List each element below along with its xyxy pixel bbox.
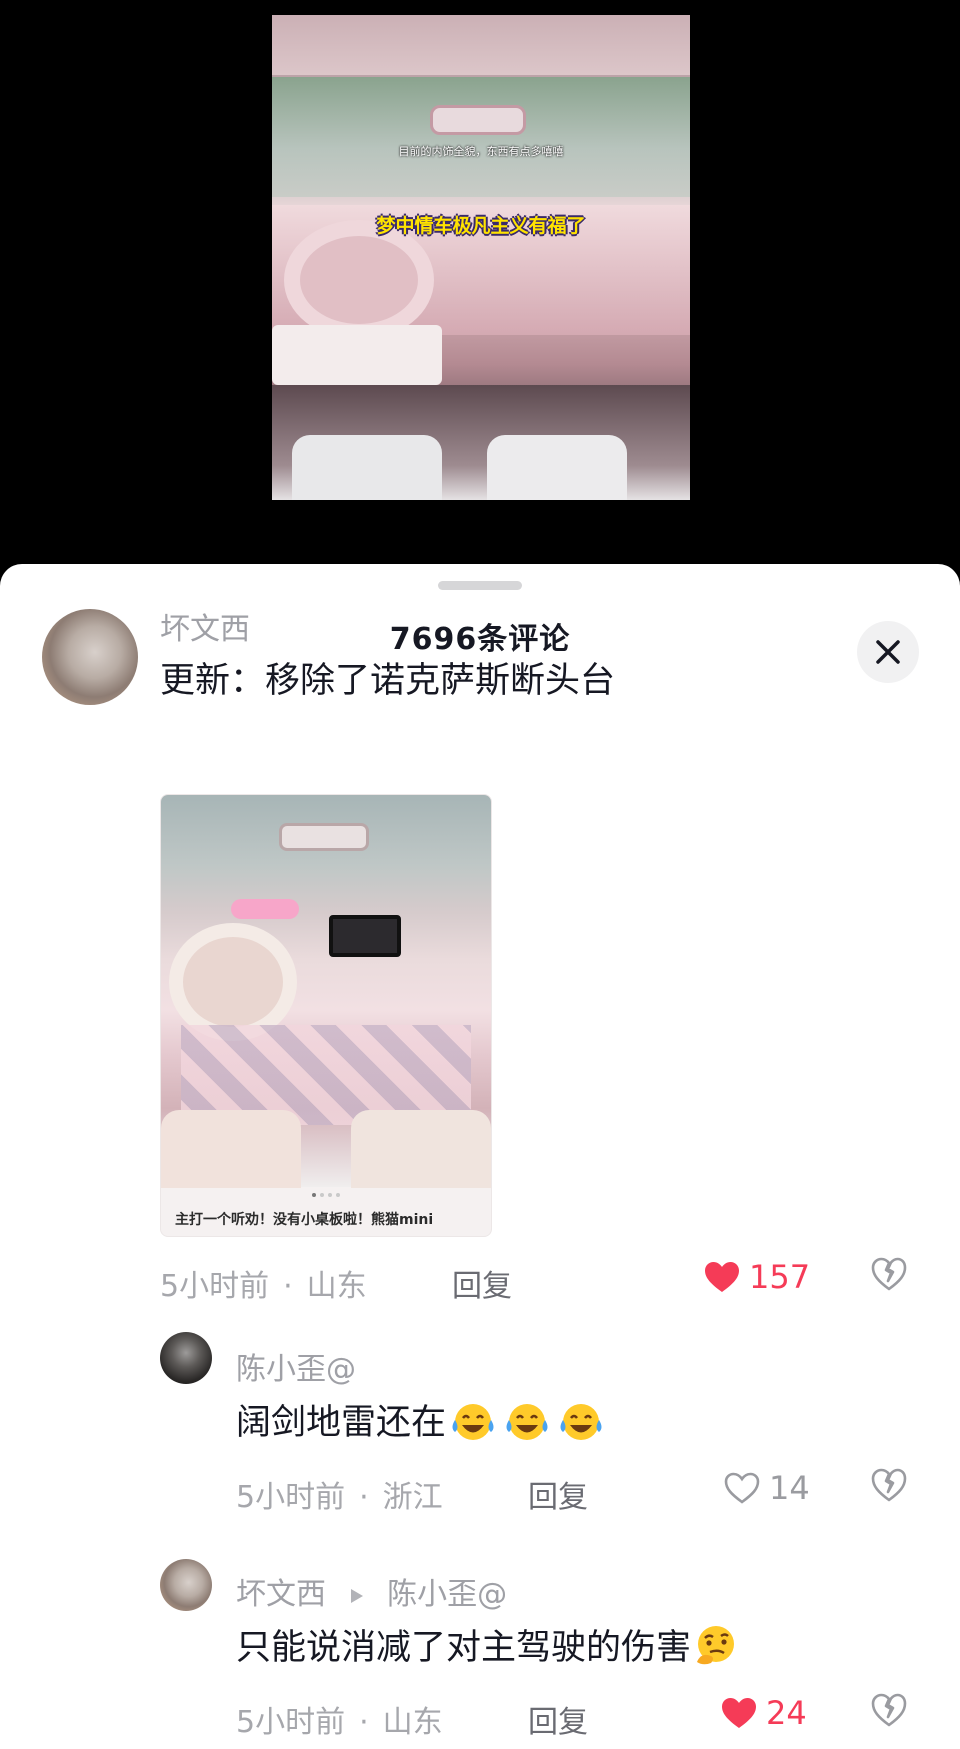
laugh-cry-icon — [500, 1398, 554, 1451]
like-button[interactable]: 157 — [703, 1258, 810, 1296]
photo-screen — [329, 915, 401, 957]
rearview-mirror — [430, 105, 526, 135]
like-count: 24 — [766, 1694, 807, 1732]
avatar[interactable] — [160, 1559, 212, 1611]
photo-seat-right — [351, 1110, 491, 1188]
reply-button[interactable]: 回复 — [452, 1261, 512, 1305]
reply-text-content: 阔剑地雷还在 — [236, 1403, 447, 1443]
car-tray — [272, 325, 442, 385]
steering-wheel — [284, 220, 434, 340]
thinking-icon — [691, 1622, 741, 1677]
sheet-grabber[interactable] — [438, 581, 522, 590]
reply-arrow-icon — [350, 1588, 363, 1603]
reply-button[interactable]: 回复 — [528, 1697, 588, 1741]
image-caption: 主打一个听劝！没有小桌板啦！熊猫mini — [175, 1212, 434, 1228]
like-button[interactable]: 24 — [720, 1694, 807, 1732]
reply-meta: 5小时前 · 浙江 — [236, 1480, 443, 1515]
laugh-cry-icon — [446, 1398, 500, 1451]
image-page-dots — [161, 1193, 491, 1197]
broken-heart-icon — [871, 1468, 907, 1502]
comment-time: 5小时前 — [160, 1269, 270, 1304]
car-seat-right — [487, 435, 627, 500]
reply-author: 坏文西 — [236, 1577, 326, 1612]
laugh-cry-icon — [554, 1398, 608, 1451]
close-button[interactable] — [857, 621, 919, 683]
video-thumbnail[interactable]: 目前的内饰全貌，东西有点多嘻嘻 梦中情车极凡主义有福了 — [272, 15, 690, 500]
photo-sticker — [231, 899, 299, 919]
video-caption-big: 梦中情车极凡主义有福了 — [376, 215, 586, 237]
reply-time: 5小时前 — [236, 1480, 346, 1515]
like-button[interactable]: 14 — [723, 1469, 810, 1507]
reply-text[interactable]: 只能说消减了对主驾驶的伤害 — [236, 1619, 741, 1677]
heart-outline-icon — [724, 1472, 760, 1504]
reply-username[interactable]: 陈小歪@ — [236, 1344, 356, 1388]
photo-mirror — [279, 823, 369, 851]
car-roof — [272, 15, 690, 75]
reply-text-content: 只能说消减了对主驾驶的伤害 — [236, 1628, 692, 1668]
comment-location: 山东 — [306, 1269, 367, 1304]
close-icon — [876, 640, 900, 664]
car-windshield — [272, 77, 690, 197]
comment-username[interactable]: 坏文西 — [160, 604, 250, 648]
like-count: 14 — [769, 1469, 810, 1507]
reply-time: 5小时前 — [236, 1705, 346, 1740]
heart-filled-icon — [705, 1262, 739, 1292]
reply-location: 山东 — [382, 1705, 443, 1740]
dislike-button[interactable] — [870, 1256, 908, 1296]
comment-meta: 5小时前 · 山东 — [160, 1269, 367, 1304]
video-player[interactable]: 目前的内饰全貌，东西有点多嘻嘻 梦中情车极凡主义有福了 — [0, 0, 960, 568]
video-caption-small: 目前的内饰全貌，东西有点多嘻嘻 — [398, 145, 564, 158]
comment-text[interactable]: 更新：移除了诺克萨斯断头台 — [160, 652, 615, 703]
car-seat-left — [292, 435, 442, 500]
like-count: 157 — [749, 1258, 811, 1296]
avatar[interactable] — [160, 1332, 212, 1384]
reply-button[interactable]: 回复 — [528, 1472, 588, 1516]
reply-meta: 5小时前 · 山东 — [236, 1705, 443, 1740]
dislike-button[interactable] — [870, 1692, 908, 1732]
photo-steering-wheel — [169, 923, 297, 1041]
dislike-button[interactable] — [870, 1467, 908, 1507]
broken-heart-icon — [871, 1693, 907, 1727]
heart-filled-icon — [722, 1698, 756, 1728]
reply-username[interactable]: 坏文西 陈小歪@ — [236, 1569, 507, 1613]
reply-target-user: 陈小歪@ — [387, 1577, 508, 1612]
reply-location: 浙江 — [382, 1480, 443, 1515]
comment-sheet: 7696条评论 坏文西 更新：移除了诺克萨斯断头台 主打一个听劝！没有小桌板啦！… — [0, 564, 960, 1749]
photo-seat-left — [161, 1110, 301, 1188]
broken-heart-icon — [871, 1257, 907, 1291]
reply-text[interactable]: 阔剑地雷还在 — [236, 1394, 608, 1451]
avatar[interactable] — [42, 609, 138, 705]
comment-image[interactable]: 主打一个听劝！没有小桌板啦！熊猫mini — [160, 794, 492, 1237]
